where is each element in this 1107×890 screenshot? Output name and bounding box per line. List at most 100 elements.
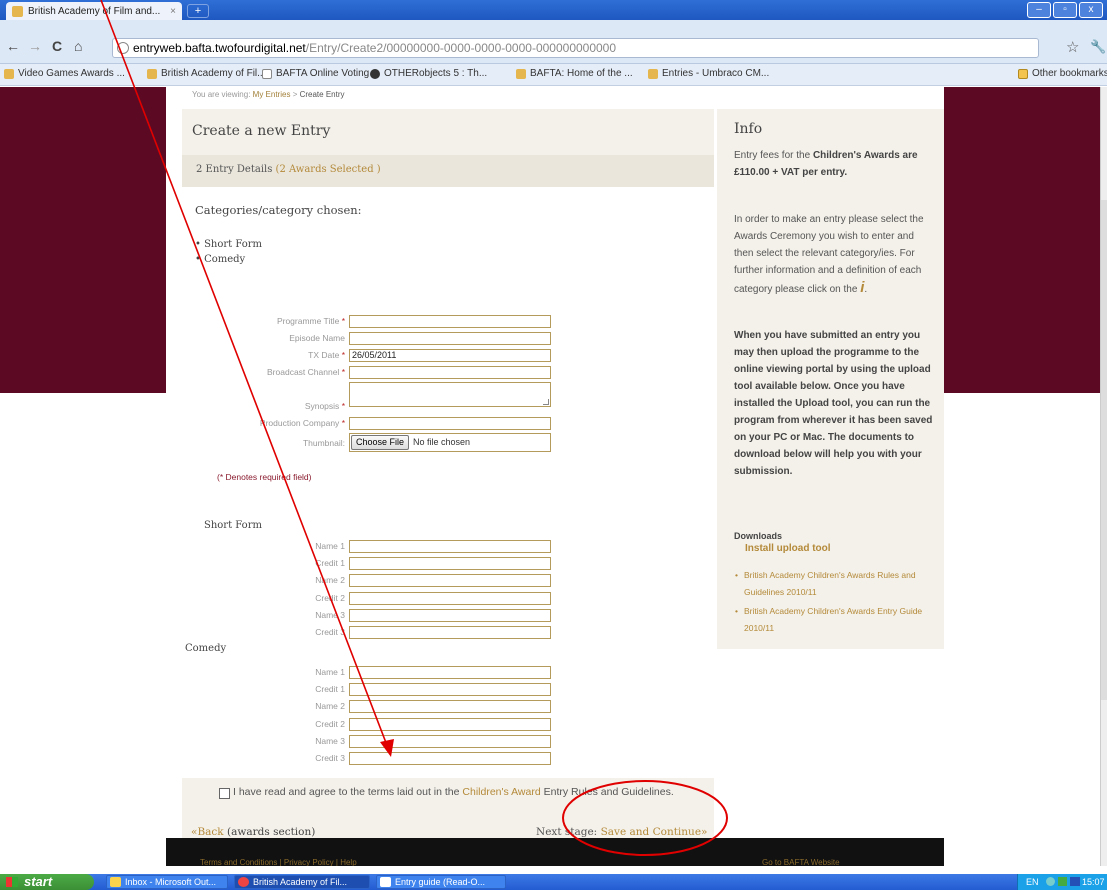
otherobjects-icon [370, 68, 380, 79]
comedy-credit-2-input[interactable] [349, 718, 551, 731]
bookmark-item[interactable]: British Academy of Fil... [147, 68, 265, 79]
bookmark-star-icon[interactable]: ☆ [1066, 38, 1079, 56]
globe-icon [117, 42, 129, 54]
short-form-credit-1-input[interactable] [349, 557, 551, 570]
bullet-icon: • [735, 606, 738, 616]
resize-handle-icon[interactable] [543, 399, 549, 405]
list-item: • Comedy [195, 254, 246, 265]
comedy-credit-1-input[interactable] [349, 683, 551, 696]
content-container: You are viewing: My Entries > Create Ent… [166, 87, 944, 866]
comedy-name-2-input[interactable] [349, 700, 551, 713]
breadcrumb-my-entries[interactable]: My Entries [253, 90, 291, 99]
forward-arrow-icon[interactable]: → [28, 38, 42, 54]
short-form-credits-title: Short Form [204, 520, 262, 531]
childrens-award-link[interactable]: Children's Award [462, 786, 540, 798]
system-tray: EN 15:07 [1017, 874, 1107, 890]
url-host: entryweb.bafta.twofourdigital.net [133, 41, 306, 55]
credit-field-label: Credit 3 [315, 627, 345, 637]
reload-icon[interactable]: C [52, 38, 62, 54]
broadcast-channel-input[interactable] [349, 366, 551, 379]
maximize-button[interactable]: ▫ [1053, 2, 1077, 18]
info-fee-text: Entry fees for the Children's Awards are… [734, 150, 918, 178]
tx-date-label: TX Date * [308, 350, 345, 360]
entry-form-panel: Create a new Entry 2 Entry Details (2 Aw… [182, 109, 714, 852]
install-upload-tool-link[interactable]: Install upload tool [745, 543, 831, 554]
taskbar-item-chrome[interactable]: British Academy of Fil... [234, 875, 370, 889]
bafta-favicon-icon [648, 68, 658, 79]
category-list: • Short Form • Comedy [195, 237, 262, 267]
bafta-favicon-icon [516, 68, 526, 79]
awards-selected-link[interactable]: (2 Awards Selected ) [276, 164, 381, 175]
comedy-name-1-input[interactable] [349, 666, 551, 679]
other-bookmarks[interactable]: Other bookmarks [1018, 68, 1107, 79]
taskbar-item-outlook[interactable]: Inbox - Microsoft Out... [106, 875, 228, 889]
credit-field-label: Name 2 [315, 701, 345, 711]
download-link[interactable]: • British Academy Children's Awards Entry… [734, 603, 934, 637]
credit-field-label: Name 1 [315, 541, 345, 551]
tray-app-icon[interactable] [1058, 877, 1067, 886]
close-window-button[interactable]: x [1079, 2, 1103, 18]
credit-field-label: Credit 3 [315, 753, 345, 763]
short-form-name-2-input[interactable] [349, 574, 551, 587]
web-page: You are viewing: My Entries > Create Ent… [0, 87, 1100, 866]
choose-file-button[interactable]: Choose File [351, 435, 410, 450]
outlook-icon [110, 877, 121, 887]
programme-title-label: Programme Title * [276, 316, 345, 326]
bookmark-item[interactable]: BAFTA: Home of the ... [516, 68, 633, 79]
tab-title: British Academy of Film and... [28, 5, 161, 17]
network-icon[interactable] [1046, 877, 1055, 886]
tx-date-input[interactable]: 26/05/2011 [349, 349, 551, 362]
start-button[interactable]: start [0, 874, 94, 890]
info-sidebar: Info Entry fees for the Children's Award… [717, 109, 944, 649]
address-bar[interactable]: entryweb.bafta.twofourdigital.net/Entry/… [112, 38, 1039, 58]
heading-box: Create a new Entry 2 Entry Details (2 Aw… [182, 109, 714, 187]
bafta-favicon-icon [147, 68, 157, 79]
tray-v-icon[interactable] [1070, 877, 1080, 886]
comedy-credit-3-input[interactable] [349, 752, 551, 765]
short-form-credit-3-input[interactable] [349, 626, 551, 639]
credit-field-label: Credit 1 [315, 684, 345, 694]
language-indicator[interactable]: EN [1026, 874, 1039, 890]
downloads-title: Downloads [734, 531, 783, 541]
info-icon[interactable]: i [860, 279, 864, 296]
agree-checkbox[interactable] [219, 788, 230, 799]
short-form-name-3-input[interactable] [349, 609, 551, 622]
credit-field-label: Name 3 [315, 610, 345, 620]
programme-title-input[interactable] [349, 315, 551, 328]
bookmark-item[interactable]: OTHERobjects 5 : Th... [370, 68, 487, 79]
comedy-name-3-input[interactable] [349, 735, 551, 748]
scrollbar-thumb[interactable] [1101, 200, 1107, 700]
footer-links[interactable]: Terms and Conditions | Privacy Policy | … [200, 858, 357, 866]
browser-tab[interactable]: British Academy of Film and... × [6, 2, 182, 20]
bookmark-item[interactable]: Entries - Umbraco CM... [648, 68, 769, 79]
minimize-button[interactable]: – [1027, 2, 1051, 18]
breadcrumb: You are viewing: My Entries > Create Ent… [192, 90, 345, 99]
back-link[interactable]: «Back (awards section) [191, 826, 315, 838]
home-icon[interactable]: ⌂ [74, 38, 82, 54]
url-path: /Entry/Create2/00000000-0000-0000-0000-0… [305, 41, 617, 55]
credit-field-label: Credit 1 [315, 558, 345, 568]
close-tab-icon[interactable]: × [170, 6, 176, 17]
taskbar-item-word[interactable]: Entry guide (Read-O... [376, 875, 506, 889]
bookmark-item[interactable]: Video Games Awards ... [4, 68, 125, 79]
new-tab-button[interactable]: + [187, 4, 209, 18]
episode-name-input[interactable] [349, 332, 551, 345]
synopsis-textarea[interactable] [349, 382, 551, 407]
thumbnail-label: Thumbnail: [302, 438, 345, 448]
comedy-credits-title: Comedy [185, 643, 227, 654]
download-link[interactable]: • British Academy Children's Awards Rules… [734, 567, 934, 601]
entry-details-label: 2 Entry Details [196, 164, 273, 175]
wrench-icon[interactable]: 🔧 [1090, 39, 1106, 55]
back-arrow-icon[interactable]: ← [6, 38, 20, 54]
bookmark-item[interactable]: BAFTA Online Voting [262, 68, 369, 79]
entry-details-bar: 2 Entry Details (2 Awards Selected ) [182, 155, 714, 187]
short-form-name-1-input[interactable] [349, 540, 551, 553]
list-item: • Short Form [195, 239, 263, 250]
credit-field-label: Name 2 [315, 575, 345, 585]
save-and-continue-button[interactable]: Save and Continue» [601, 826, 708, 838]
short-form-credit-2-input[interactable] [349, 592, 551, 605]
bafta-website-link[interactable]: Go to BAFTA Website [762, 858, 840, 866]
credit-field-label: Name 1 [315, 667, 345, 677]
production-company-input[interactable] [349, 417, 551, 430]
bafta-favicon-icon [4, 68, 14, 79]
